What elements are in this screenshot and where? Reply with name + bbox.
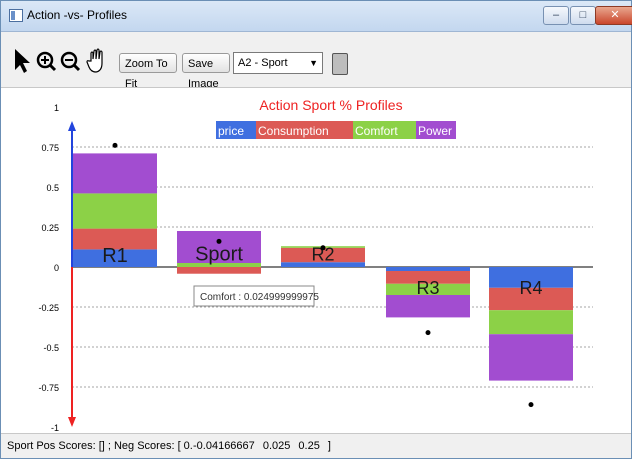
score-marker	[320, 245, 326, 251]
profile-select[interactable]: A2 - Sport ▼	[233, 52, 323, 74]
bar-segment	[386, 295, 470, 318]
bar-label: R4	[519, 278, 542, 298]
y-tick-label: -0.75	[38, 383, 59, 393]
y-tick-label: 1	[54, 103, 59, 113]
bar-label: R1	[102, 245, 128, 267]
y-tick-label: 0.5	[46, 183, 59, 193]
bar-segment	[386, 267, 470, 271]
score-marker	[528, 402, 534, 408]
bar-segment	[73, 193, 157, 229]
title-bar: Action -vs- Profiles – □ ✕	[1, 1, 632, 32]
close-button[interactable]: ✕	[595, 6, 632, 25]
status-prefix: Sport Pos Scores: [] ; Neg Scores: [ 0.	[7, 440, 193, 452]
tooltip-text: Comfort : 0.024999999975	[200, 292, 319, 303]
chart-title: Action Sport % Profiles	[259, 97, 402, 113]
y-tick-label: -1	[51, 423, 59, 433]
toolbar: Zoom To Fit Save Image A2 - Sport ▼	[1, 32, 631, 90]
y-axis-negative-arrow	[68, 417, 76, 427]
y-tick-label: -0.25	[38, 303, 59, 313]
y-tick-label: 0.25	[41, 223, 59, 233]
chevron-down-icon: ▼	[309, 58, 318, 68]
window-title: Action -vs- Profiles	[27, 8, 128, 22]
y-tick-label: -0.5	[43, 343, 59, 353]
zoom-to-fit-button[interactable]: Zoom To Fit	[119, 53, 177, 90]
app-icon	[9, 9, 23, 22]
legend-entry: Power	[418, 124, 452, 138]
pan-hand-icon[interactable]	[85, 47, 109, 75]
minimize-button[interactable]: –	[543, 6, 569, 25]
pointer-icon[interactable]	[11, 47, 33, 75]
bar-segment	[177, 267, 261, 274]
score-marker	[216, 238, 222, 244]
status-bar: Sport Pos Scores: [] ; Neg Scores: [ 0. …	[1, 434, 631, 458]
bar-segment	[489, 334, 573, 381]
y-tick-label: 0	[54, 263, 59, 273]
zoom-out-icon[interactable]	[59, 47, 81, 75]
chart-svg: 1 0.75 0.5 0.25 0 -0.25 -0.5 -0.75 -1 Action Spor…	[38, 97, 593, 433]
main-window: Action -vs- Profiles – □ ✕ Zoom To Fit S…	[0, 0, 632, 459]
legend-entry: Comfort	[355, 124, 398, 138]
legend-entry: price	[218, 124, 244, 138]
bar-segment	[489, 310, 573, 335]
chart-area: 1 0.75 0.5 0.25 0 -0.25 -0.5 -0.75 -1 Action Spor…	[1, 87, 631, 434]
profile-select-value: A2 - Sport	[238, 57, 288, 69]
y-tick-label: 0.75	[41, 143, 59, 153]
bar-segment	[73, 153, 157, 194]
bar-label: R3	[416, 278, 439, 298]
maximize-button[interactable]: □	[570, 6, 596, 25]
bar-label: Sport	[195, 244, 243, 266]
score-marker	[425, 330, 431, 336]
legend-entry: Consumption	[258, 124, 329, 138]
settings-icon[interactable]	[332, 53, 348, 75]
status-values: -0.04166667 0.025 0.25 ]	[193, 440, 331, 452]
zoom-in-icon[interactable]	[35, 47, 57, 75]
save-image-button[interactable]: Save Image	[182, 53, 230, 90]
y-axis-positive-arrow	[68, 121, 76, 131]
score-marker	[112, 142, 118, 148]
